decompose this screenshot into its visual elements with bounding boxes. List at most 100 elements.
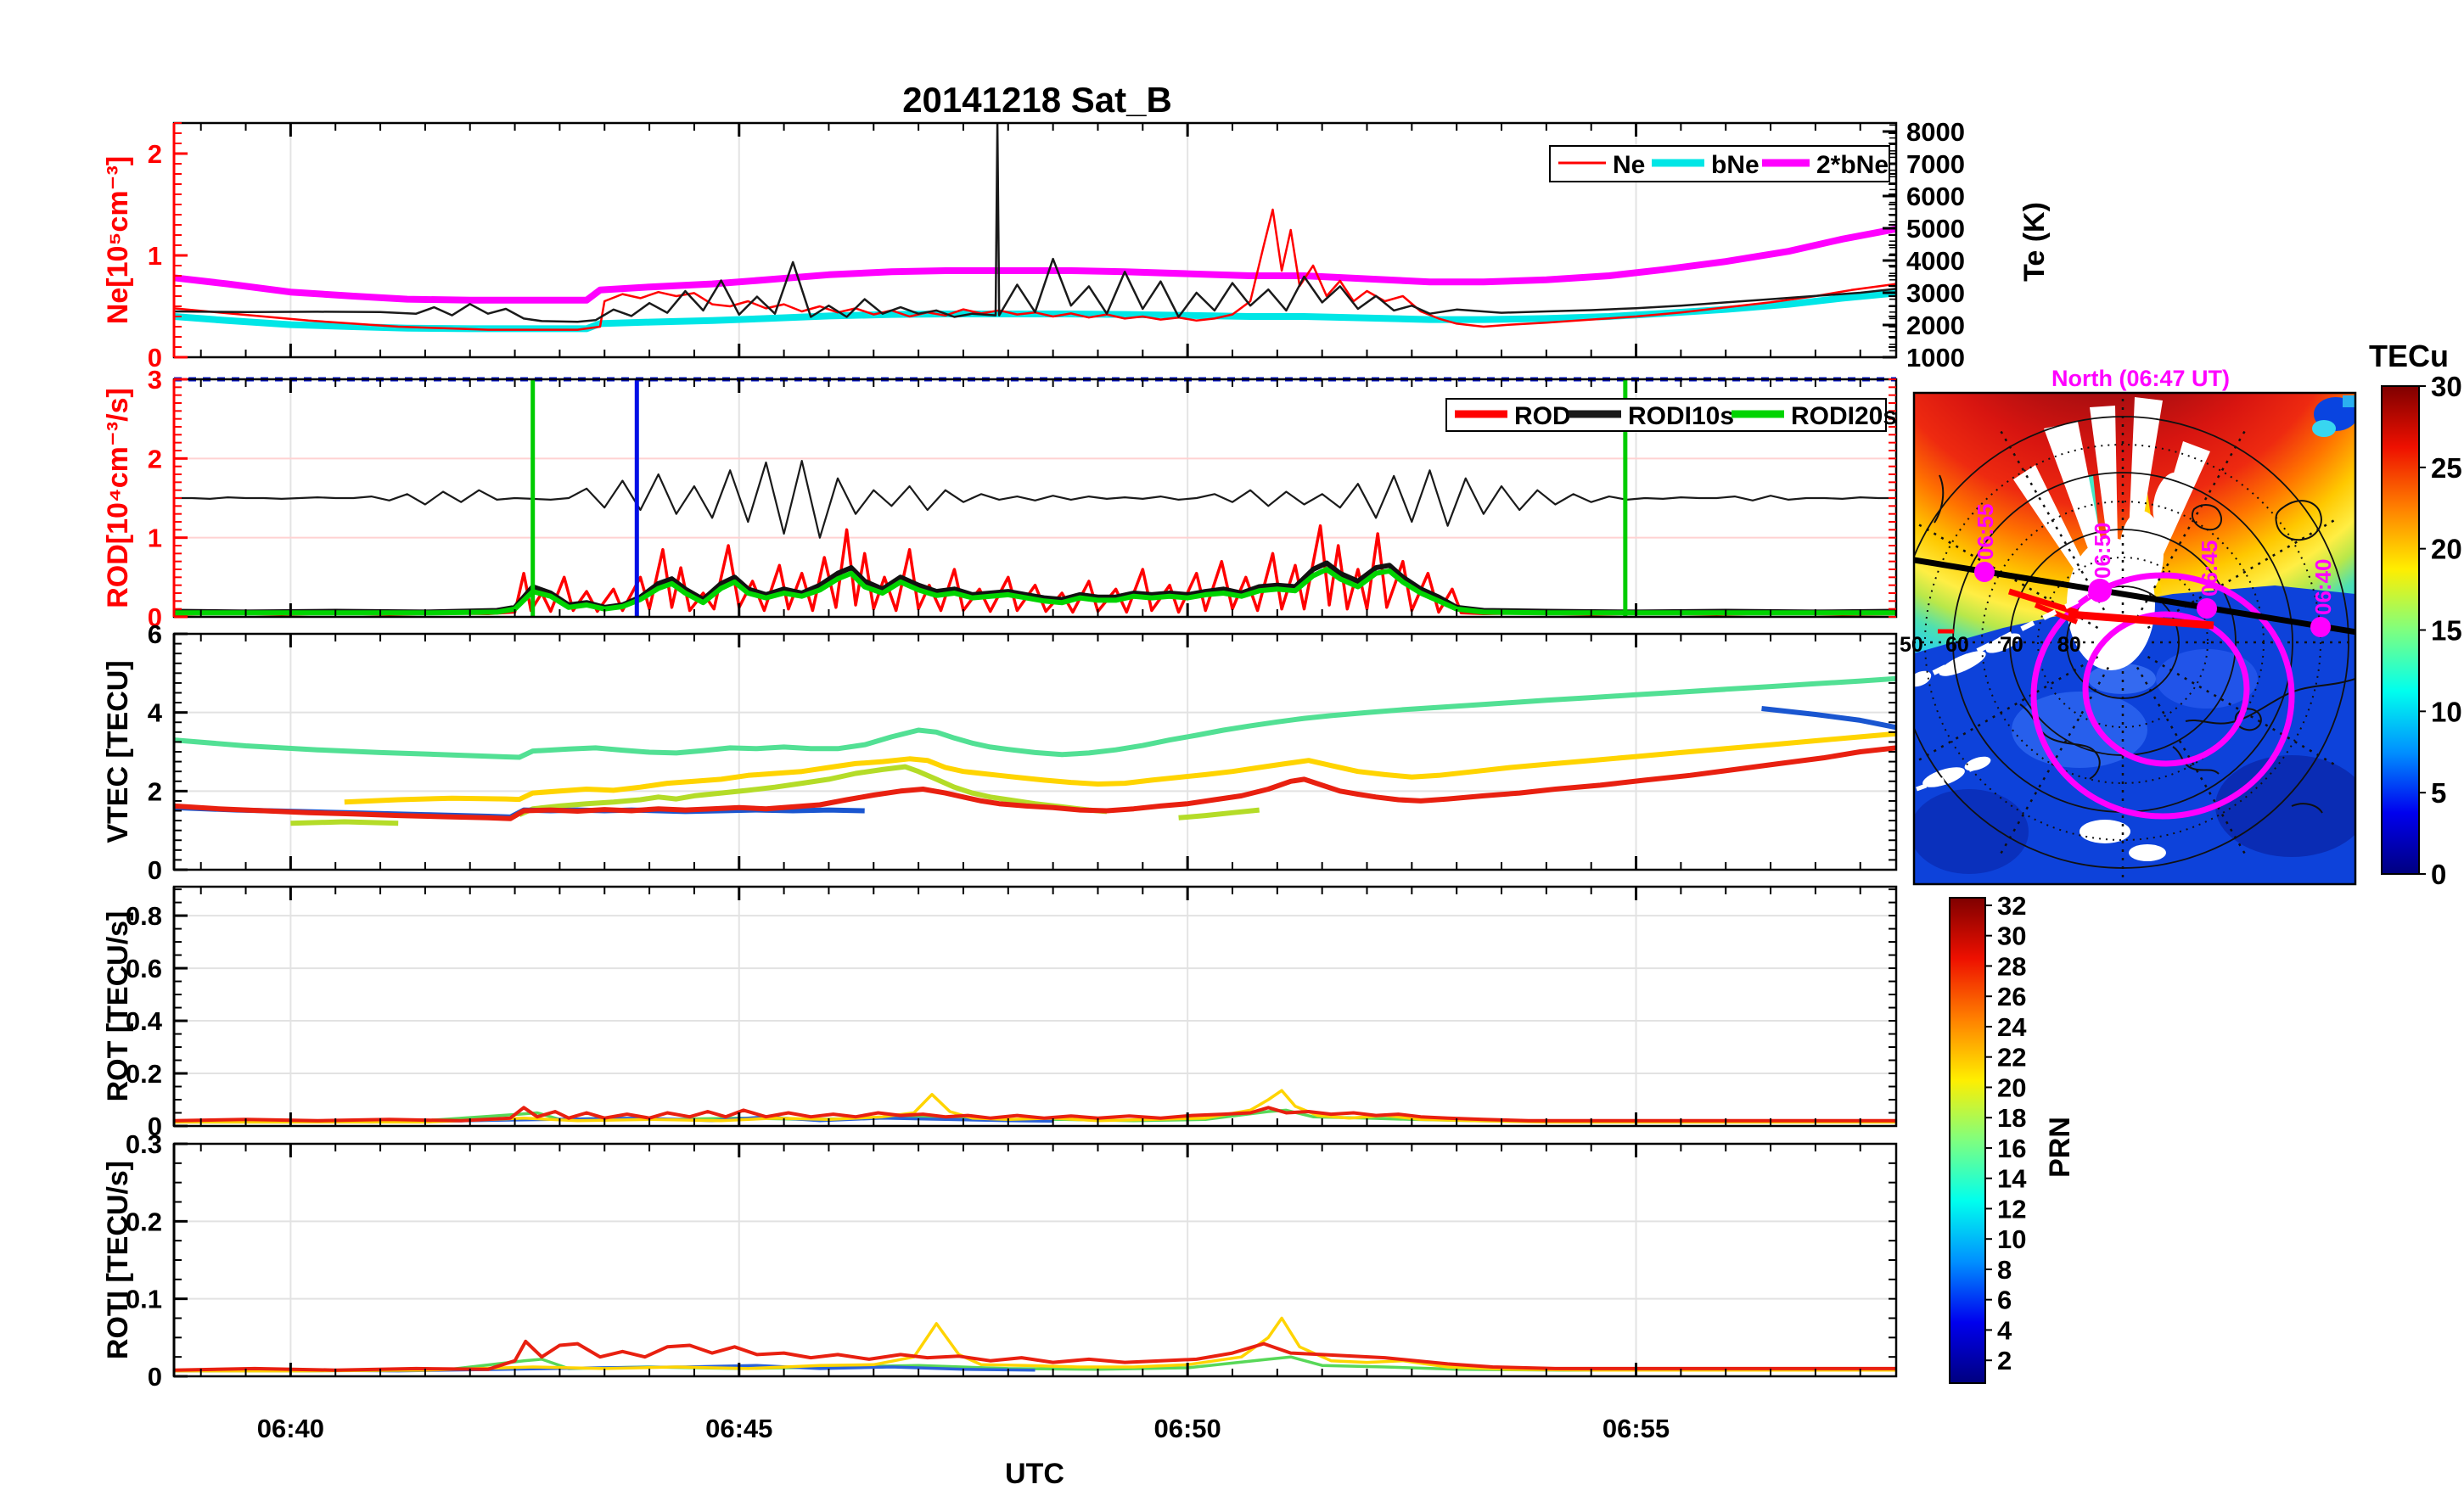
y-tick-label: 0	[148, 855, 162, 885]
lat-label-80: 80	[2057, 633, 2081, 657]
prn-tick-label: 10	[1997, 1224, 2026, 1254]
figure-canvas: 20141218 Sat_B Ne[10⁵cm⁻³] Te (K) ROD[10…	[102, 80, 2462, 1490]
legend-label: 2*bNe	[1816, 151, 1889, 179]
y2-tick-label: 1000	[1906, 343, 1965, 372]
tec-tick-label: 15	[2431, 615, 2462, 647]
tec-tick-label: 10	[2431, 696, 2462, 727]
panel-ne_te: 01210002000300040005000600070008000Ne bNe…	[148, 117, 1965, 372]
legend-label: RODI10s	[1628, 402, 1734, 430]
y2-tick-label: 3000	[1906, 278, 1965, 308]
y-tick-label: 0.8	[126, 901, 162, 931]
y-tick-label: 6	[148, 619, 162, 649]
y-tick-label: 3	[148, 365, 162, 395]
y-tick-label: 4	[148, 698, 163, 728]
xlabel-utc: UTC	[1005, 1458, 1064, 1490]
prn-tick-label: 12	[1997, 1194, 2026, 1224]
prn-tick-label: 20	[1997, 1073, 2026, 1102]
track-dot	[2310, 617, 2331, 637]
prn-tick-label: 16	[1997, 1134, 2026, 1163]
prn-tick-label: 28	[1997, 951, 2026, 981]
track-time-0640: 06:40	[2310, 559, 2336, 616]
panel-bg	[174, 1144, 1896, 1376]
y-tick-label: 0.2	[126, 1207, 162, 1236]
prn-colorbar: 2468101214161820222426283032 PRN	[1949, 891, 2076, 1384]
prn-colorbar-bar	[1949, 897, 1986, 1384]
prn-tick-label: 18	[1997, 1103, 2026, 1133]
prn-tick-label: 32	[1997, 891, 2026, 921]
y2-tick-label: 2000	[1906, 311, 1965, 340]
y-tick-label: 0.3	[126, 1129, 162, 1159]
ylabel-vtec: VTEC [TECU]	[102, 660, 134, 843]
y-tick-label: 1	[148, 241, 162, 271]
chart-panels: 0 1 2 1000 2000 300040005000 6000 70008000 Ne bNe…	[126, 117, 1965, 1443]
prn-tick-label: 6	[1997, 1286, 2012, 1315]
y2-tick-label: 6000	[1906, 182, 1965, 211]
y2-tick-label: 5000	[1906, 214, 1965, 244]
x-tick-label: 06:45	[705, 1414, 772, 1443]
tec-colorbar: TECu 0 5 10 15 20 25 30	[2369, 339, 2462, 890]
panel-rot: 00.20.40.60.8	[126, 885, 1898, 1141]
figure-root: 20141218 Sat_B Ne[10⁵cm⁻³] Te (K) ROD[10…	[0, 0, 2464, 1490]
series-PRN-yellowgreen-c	[290, 819, 399, 826]
track-time-0650: 06:50	[2090, 523, 2115, 580]
y-tick-label: 0.2	[126, 1059, 162, 1089]
ylabel-roti: ROTI [TECU/s]	[102, 1161, 134, 1359]
prn-tick-label: 14	[1997, 1164, 2027, 1194]
panel-rod: 0123ROD RODI10s RODI20s	[148, 365, 1898, 632]
prn-tick-label: 22	[1997, 1043, 2026, 1073]
prn-tick-label: 8	[1997, 1255, 2012, 1285]
y2-tick-label: 4000	[1906, 246, 1965, 276]
prn-tick-label: 4	[1997, 1315, 2012, 1345]
legend-label: bNe	[1711, 151, 1760, 179]
tec-blob	[2312, 420, 2336, 437]
legend-label: ROD	[1514, 402, 1571, 430]
prn-colorbar-label: PRN	[2044, 1117, 2076, 1178]
y-tick-label: 0.1	[126, 1285, 162, 1314]
y-tick-label: 0	[148, 1362, 162, 1392]
figure-title: 20141218 Sat_B	[902, 80, 1172, 120]
track-time-0655: 06:55	[1973, 504, 1998, 561]
tec-tick-label: 20	[2431, 534, 2462, 565]
tec-tick-label: 0	[2431, 859, 2446, 890]
nodata-blob	[2080, 820, 2130, 843]
tec-tick-label: 30	[2431, 371, 2462, 402]
ylabel-te: Te (K)	[2018, 202, 2051, 282]
y-tick-label: 0.4	[126, 1006, 163, 1036]
y-tick-label: 1	[148, 524, 162, 553]
track-dot	[2088, 579, 2112, 602]
y2-tick-label: 7000	[1906, 149, 1965, 179]
x-tick-label: 06:50	[1154, 1414, 1221, 1443]
legend-label: Ne	[1613, 151, 1645, 179]
track-time-0645: 06:45	[2197, 541, 2222, 597]
legend-label: RODI20s	[1791, 402, 1897, 430]
polar-tec-map: North (06:47 UT) 50 60 70 80 06:55 06:50…	[1900, 366, 2357, 886]
y-tick-label: 2	[148, 776, 162, 806]
prn-tick-label: 30	[1997, 921, 2026, 951]
panel-bg	[174, 887, 1896, 1126]
prn-tick-label: 2	[1997, 1346, 2012, 1375]
tec-patch	[1914, 789, 2029, 874]
tec-tick-label: 25	[2431, 452, 2462, 484]
prn-tick-label: 26	[1997, 982, 2026, 1011]
track-dot	[2197, 598, 2217, 619]
ylabel-rod: ROD[10⁴cm⁻³/s]	[102, 388, 134, 608]
y-tick-label: 2	[148, 139, 162, 169]
lat-label-50: 50	[1900, 633, 1923, 657]
y2-tick-label: 8000	[1906, 117, 1965, 147]
y-tick-label: 2	[148, 444, 162, 473]
tec-colorbar-title: TECu	[2369, 339, 2449, 373]
panel-vtec: 0 2 4 6	[148, 619, 1898, 885]
tec-colorbar-bar	[2381, 385, 2420, 875]
y-tick-label: 0.6	[126, 954, 162, 983]
track-dot	[1974, 562, 1995, 582]
prn-tick-label: 24	[1997, 1012, 2027, 1042]
ylabel-ne: Ne[10⁵cm⁻³]	[102, 156, 134, 324]
nodata-blob	[2129, 844, 2166, 861]
lat-label-60: 60	[1945, 633, 1969, 657]
x-tick-label: 06:55	[1602, 1414, 1670, 1443]
lat-label-70: 70	[2000, 633, 2023, 657]
map-title: North (06:47 UT)	[2051, 366, 2230, 391]
panel-roti: 0 0.1 0.2 0.3	[126, 1129, 1898, 1392]
tec-colorbar-ticks: 0 5 10 15 20 25 30	[2419, 371, 2462, 890]
tec-tick-label: 5	[2431, 777, 2446, 809]
